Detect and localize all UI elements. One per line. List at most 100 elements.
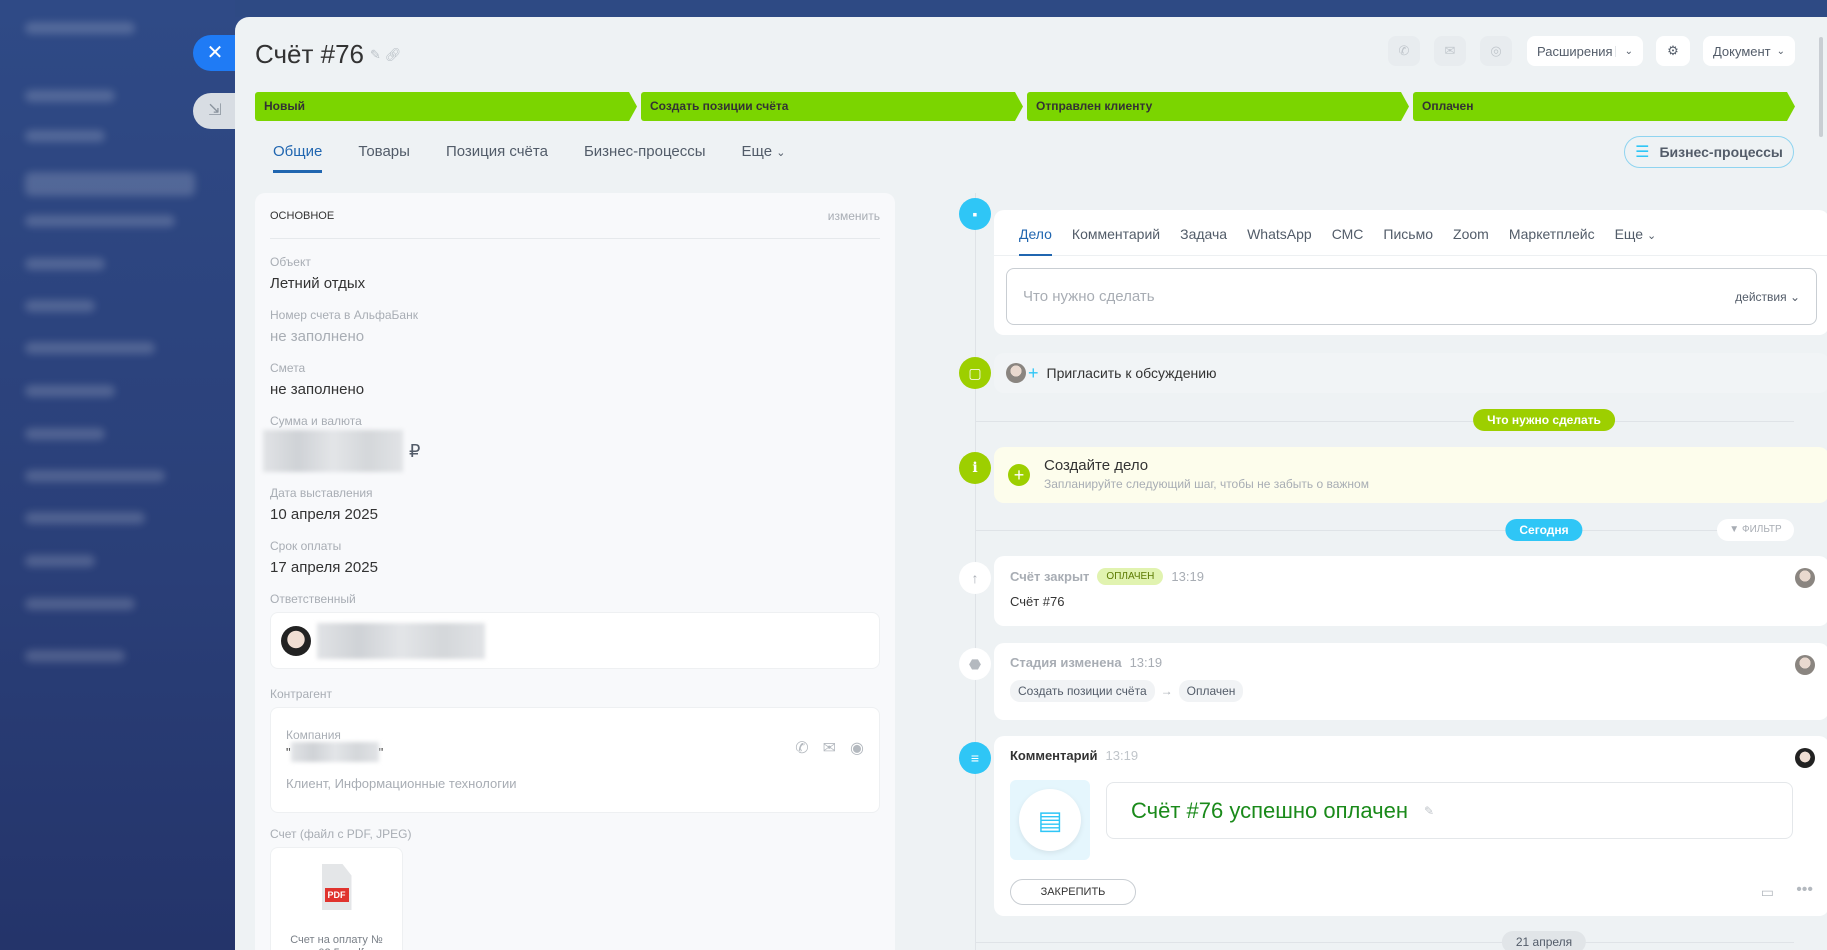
actions-dropdown[interactable]: действия ⌄ [1735,290,1800,304]
field-label: Объект [270,255,311,269]
field-value-object[interactable]: Летний отдых [270,275,880,292]
company-label: Компания [286,728,341,742]
tab-business-processes[interactable]: Бизнес-процессы [584,143,706,173]
minimize-icon: ⇲ [208,102,222,119]
field-label: Сумма и валюта [270,414,362,428]
contact-actions: ✆ ✉ ◉ [795,738,864,758]
today-pill: Сегодня [1505,519,1583,541]
edit-link[interactable]: изменить [828,209,880,223]
create-activity-card[interactable]: + Создайте дело Запланируйте следующий ш… [994,447,1827,503]
close-button[interactable]: ✕ [193,35,237,71]
extensions-label: Расширения [1537,43,1613,59]
tab-whatsapp[interactable]: WhatsApp [1247,226,1312,255]
tab-products[interactable]: Товары [358,143,410,173]
mail-icon: ✉ [1444,43,1456,58]
phone-icon[interactable]: ✆ [795,738,808,758]
field-value-date[interactable]: 10 апреля 2025 [270,506,880,523]
responsible-name-redacted [317,622,485,659]
actions-label: действия [1735,289,1787,304]
section-title: ОСНОВНОЕ [270,209,335,222]
file-name: Счет на оплату № ...02 5 г.pdf [290,934,383,950]
scrollbar[interactable] [1819,37,1823,137]
stage-create-items[interactable]: Создать позиции счёта [641,92,1023,121]
comment-icon: ≡ [959,742,991,774]
plus-icon: + [1028,362,1039,383]
event-header: Стадия изменена 13:19 [1010,655,1813,670]
tab-general[interactable]: Общие [273,143,323,173]
background-sidebar [0,0,235,950]
stage-tag-icon: ⬣ [959,648,991,680]
invoice-panel: Счёт #76 ✎🔗︎ ✆ ✉ ◎ Расширения ⌄ ⚙ Докумен… [235,17,1827,950]
event-body-link[interactable]: Счёт #76 [1010,594,1813,609]
pencil-icon[interactable]: ✎ [370,47,385,62]
chevron-down-icon[interactable]: ⌄ [1614,45,1633,57]
tab-invoice-items[interactable]: Позиция счёта [446,143,548,173]
stage-sent[interactable]: Отправлен клиенту [1027,92,1409,121]
field-value-account[interactable]: не заполнено [270,328,880,345]
tab-sms[interactable]: СМС [1332,226,1364,255]
stage-bar: Новый Создать позиции счёта Отправлен кл… [255,92,1795,121]
tab-activity[interactable]: Дело [1019,226,1052,256]
more-icon[interactable]: ••• [1796,881,1813,899]
business-processes-button[interactable]: ☰ Бизнес-процессы [1624,136,1794,168]
event-invoice-closed: Счёт закрыт ОПЛАЧЕН 13:19 Счёт #76 [994,556,1827,626]
gear-icon: ⚙ [1667,43,1679,58]
settings-button[interactable]: ⚙ [1656,36,1690,66]
event-stage-changed: Стадия изменена 13:19 Создать позиции сч… [994,643,1827,720]
stage-from: Создать позиции счёта [1010,680,1155,702]
extensions-button[interactable]: Расширения ⌄ [1527,36,1643,66]
comment-text-box[interactable]: Счёт #76 успешно оплачен ✎ [1106,782,1793,839]
field-value-estimate[interactable]: не заполнено [270,381,880,398]
add-icon[interactable]: + [1008,464,1030,486]
filter-button[interactable]: ▼ ФИЛЬТР [1717,519,1794,541]
event-title: Стадия изменена [1010,655,1122,670]
tab-zoom[interactable]: Zoom [1453,226,1489,255]
chat-icon: ◎ [1490,43,1502,58]
date-pill: 21 апреля [1501,931,1587,950]
tab-more-label: Еще [741,143,773,160]
avatar [281,625,311,656]
event-header: Счёт закрыт ОПЛАЧЕН 13:19 [1010,568,1813,585]
amount-value-redacted[interactable] [263,430,403,472]
stage-new[interactable]: Новый [255,92,637,121]
pencil-icon[interactable]: ✎ [1424,804,1434,818]
stage-paid[interactable]: Оплачен [1413,92,1795,121]
pin-button[interactable]: ЗАКРЕПИТЬ [1010,879,1136,905]
event-title: Комментарий [1010,748,1098,763]
link-icon[interactable]: 🔗︎ [385,47,406,62]
tab-task[interactable]: Задача [1180,226,1227,255]
field-label: Ответственный [270,592,356,606]
note-icon[interactable]: ▭ [1761,884,1774,901]
avatar [1006,363,1026,383]
field-label: Счет (файл с PDF, JPEG) [270,827,412,841]
file-tile[interactable]: PDF Счет на оплату № ...02 5 г.pdf [270,847,403,950]
email-button[interactable]: ✉ [1434,36,1466,66]
tab-more[interactable]: Еще ⌄ [1615,226,1657,255]
chat-button[interactable]: ◎ [1480,36,1512,66]
invite-row[interactable]: + Пригласить к обсуждению [994,353,1827,393]
responsible-box[interactable] [270,612,880,669]
comment-bubble-icon: ▤ [1019,789,1081,851]
field-value-due[interactable]: 17 апреля 2025 [270,559,880,576]
divider [975,942,1794,943]
call-button[interactable]: ✆ [1388,36,1420,66]
timeline: ▪ Дело Комментарий Задача WhatsApp СМС П… [959,193,1827,950]
mail-icon[interactable]: ✉ [823,738,836,758]
activity-composer: Дело Комментарий Задача WhatsApp СМС Пис… [994,210,1827,335]
tab-more[interactable]: Еще ⌄ [742,143,786,173]
amount-row: ₽ [263,430,880,472]
minimize-button[interactable]: ⇲ [193,93,237,129]
chat-icon[interactable]: ◉ [850,738,864,758]
section-header: ОСНОВНОЕ изменить [270,193,880,239]
document-button[interactable]: Документ ⌄ [1703,36,1795,66]
tab-comment[interactable]: Комментарий [1072,226,1160,255]
tab-marketplace[interactable]: Маркетплейс [1509,226,1595,255]
company-name-row[interactable]: " " [286,742,864,762]
todo-input[interactable]: Что нужно сделать действия ⌄ [1006,268,1817,325]
field-label: Срок оплаты [270,539,342,553]
tab-email[interactable]: Письмо [1383,226,1433,255]
chevron-down-icon: ⌄ [1776,45,1786,57]
background-top [235,0,1827,17]
quote: " [378,744,384,760]
bp-label: Бизнес-процессы [1659,144,1783,160]
